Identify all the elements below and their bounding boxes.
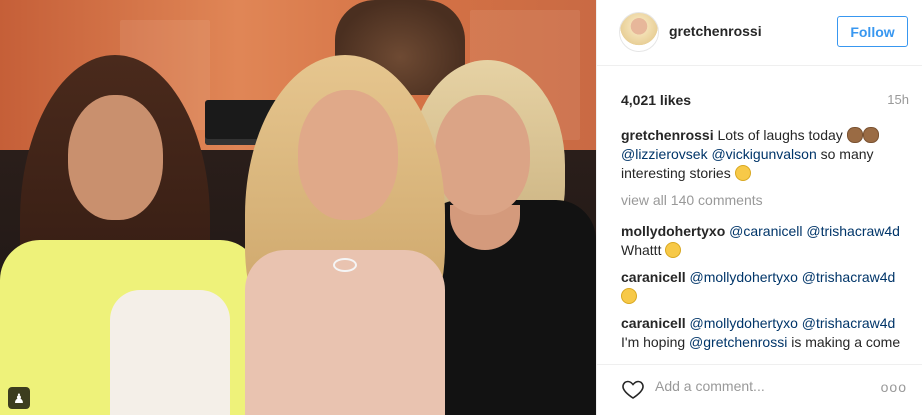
caption: gretchenrossi Lots of laughs today @lizz… bbox=[621, 126, 911, 183]
comment-footer: ooo bbox=[597, 364, 922, 415]
see-no-evil-monkey-emoji-icon bbox=[862, 127, 879, 143]
comment-text: I'm hoping bbox=[621, 334, 686, 350]
follow-button[interactable]: Follow bbox=[837, 16, 908, 47]
comment-mention[interactable]: @gretchenrossi bbox=[689, 334, 787, 350]
add-comment-input[interactable] bbox=[655, 378, 825, 394]
comment-mention[interactable]: @trishacraw4d bbox=[802, 315, 896, 331]
post-sidebar: gretchenrossi Follow 4,021 likes 15h gre… bbox=[596, 0, 922, 415]
post-timestamp[interactable]: 15h bbox=[887, 92, 909, 107]
likes-count[interactable]: 4,021 likes bbox=[621, 92, 691, 108]
heart-outline-icon[interactable] bbox=[621, 377, 645, 401]
comment-mention[interactable]: @trishacraw4d bbox=[802, 269, 896, 285]
comment-username[interactable]: mollydohertyxo bbox=[621, 223, 725, 239]
comment-mention[interactable]: @caranicell bbox=[729, 223, 802, 239]
post-meta: 4,021 likes 15h bbox=[621, 92, 909, 110]
avatar[interactable] bbox=[619, 12, 659, 52]
comment-text: is making a come bbox=[791, 334, 901, 350]
comment-username[interactable]: caranicell bbox=[621, 315, 686, 331]
author-username[interactable]: gretchenrossi bbox=[669, 23, 762, 39]
post-header: gretchenrossi Follow bbox=[597, 0, 922, 66]
list-item: caranicell @mollydohertyxo @trishacraw4d bbox=[621, 268, 911, 306]
confused-emoji-icon bbox=[665, 242, 682, 258]
caption-mention[interactable]: @lizzierovsek bbox=[621, 146, 708, 162]
more-options-icon[interactable]: ooo bbox=[881, 379, 907, 395]
view-all-comments-link[interactable]: view all 140 comments bbox=[621, 191, 911, 210]
grinning-emoji-icon bbox=[734, 165, 751, 181]
see-no-evil-monkey-emoji-icon bbox=[846, 127, 863, 143]
comment-mention[interactable]: @mollydohertyxo bbox=[690, 315, 798, 331]
caption-mention[interactable]: @vickigunvalson bbox=[711, 146, 816, 162]
comment-text: Whattt bbox=[621, 242, 662, 258]
list-item: mollydohertyxo @caranicell @trishacraw4d… bbox=[621, 222, 911, 260]
comment-mention[interactable]: @mollydohertyxo bbox=[690, 269, 798, 285]
comment-mention[interactable]: @trishacraw4d bbox=[806, 223, 900, 239]
confused-emoji-icon bbox=[621, 288, 637, 304]
list-item: caranicell @mollydohertyxo @trishacraw4d… bbox=[621, 314, 911, 352]
post-photo[interactable]: ♟ bbox=[0, 0, 596, 415]
caption-username[interactable]: gretchenrossi bbox=[621, 127, 714, 143]
caption-text: Lots of laughs today bbox=[717, 127, 843, 143]
instagram-post: ♟ gretchenrossi Follow 4,021 likes 15h g… bbox=[0, 0, 922, 415]
person-tag-icon[interactable]: ♟ bbox=[8, 387, 30, 409]
comments-list: gretchenrossi Lots of laughs today @lizz… bbox=[621, 126, 911, 354]
comment-username[interactable]: caranicell bbox=[621, 269, 686, 285]
